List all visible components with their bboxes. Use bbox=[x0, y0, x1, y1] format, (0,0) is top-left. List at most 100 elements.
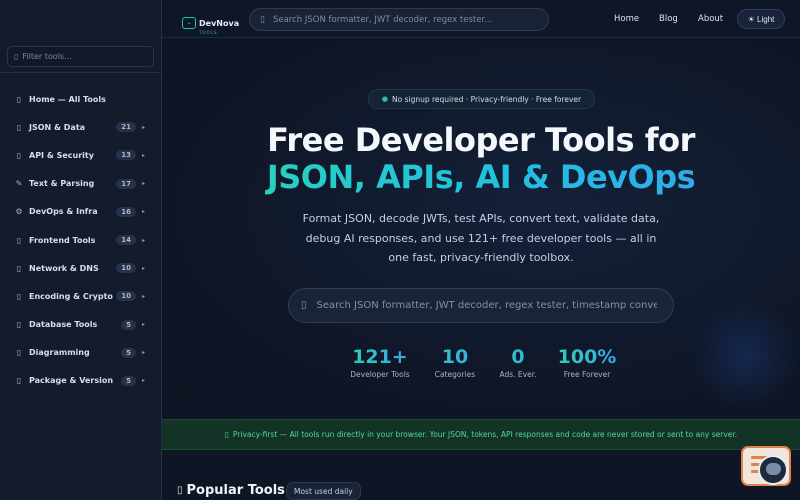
stat-label: Developer Tools bbox=[350, 370, 410, 379]
sidebar-item-label: Home — All Tools bbox=[29, 94, 106, 104]
hero-title: Free Developer Tools for bbox=[267, 121, 695, 159]
magnifier-lens bbox=[766, 463, 781, 475]
dot-icon: ● bbox=[381, 95, 388, 103]
privacy-banner-text: Privacy-first — All tools run directly i… bbox=[232, 430, 738, 439]
logo-subtext: TOOLS bbox=[199, 30, 218, 35]
doc-icon: ▯ bbox=[16, 263, 22, 273]
popular-tools-heading: ▯ Popular Tools bbox=[177, 483, 285, 498]
sidebar: ▯ ▯ Home — All Tools ▯ JSON & Data 21 ▸ … bbox=[0, 0, 162, 500]
logo[interactable]: ⌁ DevNova TOOLS bbox=[182, 11, 239, 35]
sidebar-item-home[interactable]: ▯ Home — All Tools bbox=[0, 85, 162, 113]
count-badge: 16 bbox=[116, 206, 136, 217]
sidebar-item-network-dns[interactable]: ▯ Network & DNS 10 ▸ bbox=[0, 254, 162, 282]
stat-label: Free Forever bbox=[563, 370, 611, 379]
sidebar-item-encoding-crypto[interactable]: ▯ Encoding & Crypto 10 ▸ bbox=[0, 282, 162, 310]
stat-value: 0 bbox=[478, 346, 558, 368]
doc-icon: ▯ bbox=[16, 320, 22, 330]
sidebar-item-json-data[interactable]: ▯ JSON & Data 21 ▸ bbox=[0, 113, 162, 141]
doc-icon: ▯ bbox=[16, 150, 22, 160]
hero-title-highlight: JSON, APIs, AI & DevOps bbox=[162, 158, 800, 196]
doc-icon: ▯ bbox=[16, 235, 22, 245]
stat-label: Ads. Ever. bbox=[499, 370, 537, 379]
header-search-input[interactable] bbox=[272, 14, 533, 25]
chevron-right-icon[interactable]: ▸ bbox=[142, 152, 148, 159]
sidebar-nav: ▯ Home — All Tools ▯ JSON & Data 21 ▸ ▯ … bbox=[0, 85, 162, 395]
sidebar-item-label: DevOps & Infra bbox=[29, 207, 98, 217]
doc-icon: ▯ bbox=[16, 291, 22, 301]
count-badge: 17 bbox=[116, 178, 136, 189]
pen-icon: ✎ bbox=[15, 179, 23, 189]
chevron-right-icon[interactable]: ▸ bbox=[142, 180, 148, 187]
logo-wordmark: DevNova TOOLS bbox=[199, 11, 240, 36]
theme-toggle-button[interactable]: ☀ Light bbox=[737, 9, 785, 29]
sidebar-filter[interactable]: ▯ bbox=[7, 46, 154, 67]
stat-ads: 0 Ads. Ever. bbox=[478, 346, 558, 379]
top-nav: ⌁ DevNova TOOLS ▯ Home Blog About ☀ Ligh… bbox=[162, 0, 800, 38]
chevron-right-icon[interactable]: ▸ bbox=[142, 208, 148, 215]
hero-subtitle: Format JSON, decode JWTs, test APIs, con… bbox=[302, 212, 660, 264]
stat-value: 121+ bbox=[340, 346, 420, 368]
chevron-right-icon[interactable]: ▸ bbox=[142, 237, 148, 244]
count-badge: 21 bbox=[116, 122, 136, 133]
chevron-right-icon[interactable]: ▸ bbox=[142, 265, 148, 272]
sidebar-divider bbox=[0, 72, 162, 73]
doc-icon: ▯ bbox=[14, 52, 19, 61]
sidebar-item-api-security[interactable]: ▯ API & Security 13 ▸ bbox=[0, 141, 162, 169]
stat-value: 100% bbox=[547, 346, 627, 368]
feature-pill: ● No signup required · Privacy-friendly … bbox=[368, 89, 595, 109]
sidebar-item-diagramming[interactable]: ▯ Diagramming 5 ▸ bbox=[0, 339, 162, 367]
sidebar-item-devops-infra[interactable]: ⚙ DevOps & Infra 16 ▸ bbox=[0, 198, 162, 226]
doc-icon: ▯ bbox=[16, 122, 22, 132]
doc-icon: ▯ bbox=[16, 376, 22, 386]
sidebar-item-label: Network & DNS bbox=[29, 263, 99, 273]
doc-icon: ▯ bbox=[224, 430, 229, 439]
sidebar-item-label: Frontend Tools bbox=[29, 235, 96, 245]
nav-link-about[interactable]: About bbox=[698, 14, 723, 24]
filter-tools-input[interactable] bbox=[22, 52, 143, 61]
stat-free-forever: 100% Free Forever bbox=[547, 346, 627, 379]
doc-icon: ▯ bbox=[301, 300, 307, 311]
chevron-right-icon[interactable]: ▸ bbox=[142, 124, 148, 131]
sidebar-item-label: API & Security bbox=[29, 150, 94, 160]
header-search[interactable]: ▯ bbox=[249, 8, 549, 31]
sidebar-item-package-version[interactable]: ▯ Package & Version 5 ▸ bbox=[0, 367, 162, 395]
count-badge: 5 bbox=[121, 375, 136, 386]
chevron-right-icon[interactable]: ▸ bbox=[142, 377, 148, 384]
logo-text: DevNova bbox=[199, 19, 240, 28]
count-badge: 5 bbox=[121, 347, 136, 358]
most-used-badge: Most used daily bbox=[286, 482, 361, 500]
hero-search[interactable]: ▯ bbox=[288, 288, 674, 323]
sidebar-item-label: JSON & Data bbox=[29, 122, 86, 132]
sidebar-item-label: Diagramming bbox=[29, 348, 90, 358]
sidebar-item-text-parsing[interactable]: ✎ Text & Parsing 17 ▸ bbox=[0, 170, 162, 198]
chevron-right-icon[interactable]: ▸ bbox=[142, 293, 148, 300]
nav-link-home[interactable]: Home bbox=[614, 14, 639, 24]
sidebar-item-database-tools[interactable]: ▯ Database Tools 5 ▸ bbox=[0, 311, 162, 339]
count-badge: 10 bbox=[116, 291, 136, 302]
privacy-banner: ▯ Privacy-first — All tools run directly… bbox=[162, 419, 800, 450]
chevron-right-icon[interactable]: ▸ bbox=[142, 321, 148, 328]
sidebar-item-label: Text & Parsing bbox=[29, 179, 95, 189]
doc-icon: ▯ bbox=[16, 348, 22, 358]
sidebar-item-label: Encoding & Crypto bbox=[29, 291, 113, 301]
popular-tools-title: Popular Tools bbox=[186, 483, 285, 498]
background-glow bbox=[690, 300, 800, 410]
chevron-right-icon[interactable]: ▸ bbox=[142, 349, 148, 356]
doc-icon: ▯ bbox=[177, 485, 183, 496]
doc-icon: ▯ bbox=[260, 14, 265, 25]
doc-icon: ▯ bbox=[16, 94, 22, 104]
count-badge: 10 bbox=[116, 263, 136, 274]
sidebar-item-frontend-tools[interactable]: ▯ Frontend Tools 14 ▸ bbox=[0, 226, 162, 254]
stat-developer-tools: 121+ Developer Tools bbox=[340, 346, 420, 379]
count-badge: 5 bbox=[121, 319, 136, 330]
gear-icon: ⚙ bbox=[15, 207, 23, 217]
magnifier-icon[interactable] bbox=[758, 455, 788, 485]
count-badge: 14 bbox=[116, 235, 136, 246]
nav-link-blog[interactable]: Blog bbox=[659, 14, 678, 24]
count-badge: 13 bbox=[116, 150, 136, 161]
sidebar-item-label: Package & Version bbox=[29, 376, 114, 386]
feature-pill-text: No signup required · Privacy-friendly · … bbox=[392, 94, 582, 104]
sidebar-item-label: Database Tools bbox=[29, 320, 98, 330]
code-icon: ⌁ bbox=[182, 17, 196, 29]
hero-search-input[interactable] bbox=[316, 300, 657, 311]
